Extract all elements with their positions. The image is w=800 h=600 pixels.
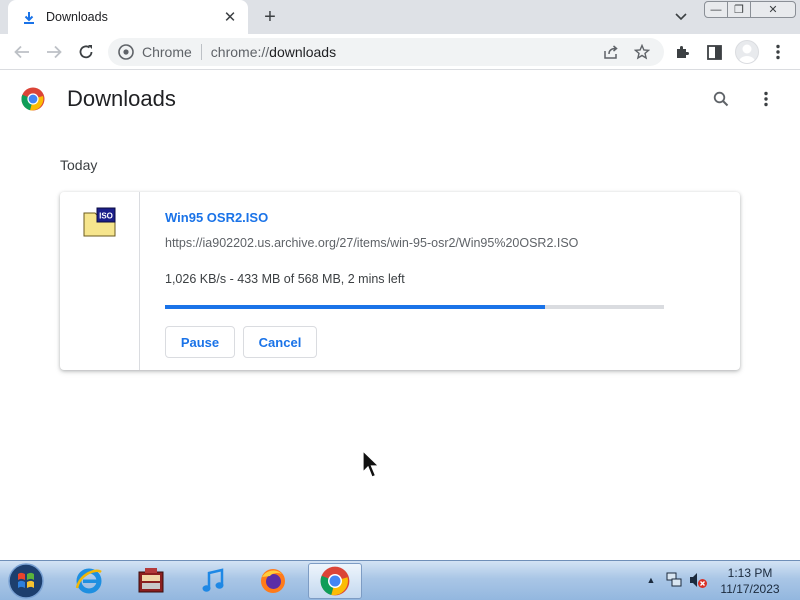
close-window-button[interactable]: ✕	[750, 1, 796, 18]
minimize-button[interactable]: —	[704, 1, 728, 18]
tab-search-chevron-icon[interactable]	[672, 8, 690, 26]
reload-icon[interactable]	[75, 41, 97, 63]
taskbar-itunes[interactable]	[186, 563, 240, 599]
tab-title: Downloads	[46, 10, 108, 24]
page-title: Downloads	[67, 86, 176, 111]
taskbar-internet-explorer[interactable]	[62, 563, 116, 599]
download-icon-column: ISO	[60, 192, 140, 370]
windows-taskbar: ▲ 1:13 PM 11/17/2023	[0, 560, 800, 600]
search-icon[interactable]	[710, 88, 732, 110]
tab-downloads[interactable]: Downloads ✕	[8, 0, 248, 34]
download-arrow-icon	[22, 10, 36, 24]
downloads-header: Downloads	[0, 71, 800, 127]
show-hidden-icons-icon[interactable]: ▲	[645, 574, 657, 586]
more-actions-icon[interactable]	[755, 88, 777, 110]
chrome-page-icon	[118, 44, 134, 60]
mouse-cursor-icon	[362, 450, 380, 478]
volume-muted-icon[interactable]	[688, 571, 708, 589]
taskbar-chrome[interactable]	[308, 563, 362, 599]
firefox-icon	[261, 569, 285, 593]
pause-button[interactable]: Pause	[165, 326, 235, 358]
taskbar-firefox[interactable]	[246, 563, 300, 599]
url-path: downloads	[269, 44, 337, 60]
taskbar-media-center[interactable]	[124, 563, 178, 599]
address-bar[interactable]: Chrome chrome://downloads	[108, 38, 664, 66]
back-arrow-icon[interactable]	[11, 41, 33, 63]
browser-menu-icon[interactable]	[767, 41, 789, 63]
download-status-text: 1,026 KB/s - 433 MB of 568 MB, 2 mins le…	[165, 272, 405, 286]
system-clock[interactable]: 1:13 PM 11/17/2023	[714, 565, 786, 597]
extensions-puzzle-icon[interactable]	[671, 41, 693, 63]
omnibox-divider	[200, 44, 202, 60]
chrome-logo-icon	[21, 87, 45, 111]
profile-avatar-icon[interactable]	[735, 40, 759, 64]
file-name-link[interactable]: Win95 OSR2.ISO	[165, 210, 268, 225]
scheme-label: Chrome	[142, 44, 192, 60]
browser-toolbar: Chrome chrome://downloads	[0, 34, 800, 70]
download-item: ISO Win95 OSR2.ISO https://ia902202.us.a…	[60, 192, 740, 370]
start-orb-icon[interactable]	[6, 562, 46, 600]
maximize-button[interactable]: ❐	[727, 1, 751, 18]
side-panel-icon[interactable]	[703, 41, 725, 63]
cancel-button[interactable]: Cancel	[243, 326, 317, 358]
tab-strip: Downloads ✕ + — ❐ ✕	[0, 0, 800, 34]
url-text: chrome://downloads	[211, 44, 336, 60]
file-source-url[interactable]: https://ia902202.us.archive.org/27/items…	[165, 236, 578, 250]
url-prefix: chrome://	[210, 44, 270, 60]
date-group-label: Today	[60, 157, 98, 173]
bookmark-star-icon[interactable]	[632, 42, 652, 62]
download-progress-bar	[165, 305, 664, 309]
itunes-icon	[202, 568, 224, 592]
iso-badge-text: ISO	[99, 212, 113, 221]
share-icon[interactable]	[601, 42, 621, 62]
forward-arrow-icon[interactable]	[43, 41, 65, 63]
internet-explorer-icon	[75, 568, 102, 594]
clock-date: 11/17/2023	[720, 582, 780, 596]
new-tab-button[interactable]: +	[258, 6, 282, 28]
tab-close-icon[interactable]: ✕	[220, 7, 240, 27]
iso-file-icon: ISO	[83, 207, 116, 237]
chrome-icon	[320, 566, 350, 596]
clock-time: 1:13 PM	[727, 566, 773, 580]
download-progress-fill	[165, 305, 546, 309]
media-center-icon	[138, 568, 164, 593]
network-icon[interactable]	[665, 571, 683, 589]
